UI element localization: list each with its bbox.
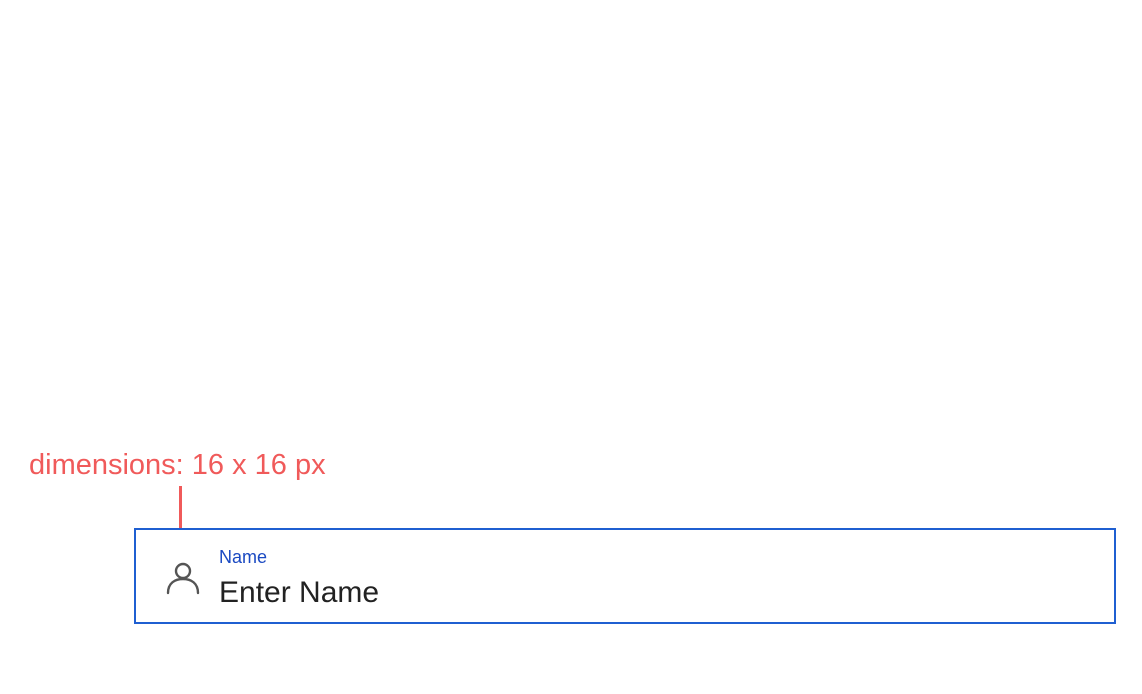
person-icon	[165, 560, 201, 596]
name-field-label: Name	[219, 547, 268, 567]
canvas: dimensions: 16 x 16 px Name Enter Name	[0, 0, 1142, 694]
name-text-field[interactable]: Name Enter Name	[134, 528, 1116, 624]
name-input[interactable]: Enter Name	[219, 574, 1079, 612]
dimension-annotation-label: dimensions: 16 x 16 px	[29, 449, 326, 481]
